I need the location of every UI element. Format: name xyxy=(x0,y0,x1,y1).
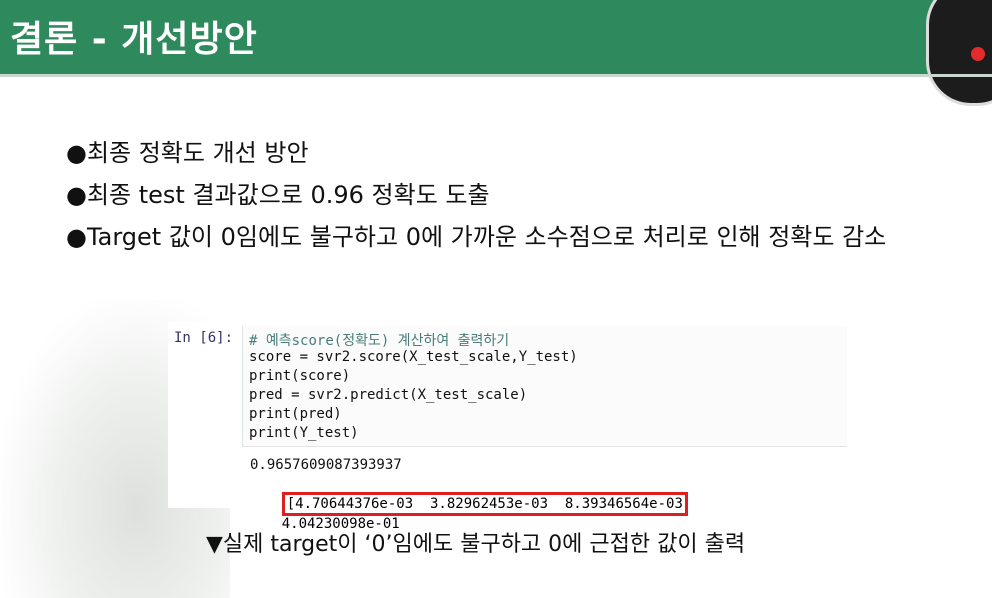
slide-title: 결론 - 개선방안 xyxy=(10,19,258,60)
code-line: print(pred) xyxy=(249,406,342,422)
code-cell: # 예측score(정확도) 계산하여 출력하기 score = svr2.sc… xyxy=(242,326,847,447)
red-light-icon xyxy=(971,47,985,61)
header-divider xyxy=(0,74,992,77)
code-line: pred = svr2.predict(X_test_scale) xyxy=(249,387,528,403)
code-screenshot: In [6]: # 예측score(정확도) 계산하여 출력하기 score =… xyxy=(168,322,848,532)
highlight-box: [4.70644376e-03 3.82962453e-03 8.3934656… xyxy=(281,492,688,516)
code-line: # 예측score(정확도) 계산하여 출력하기 xyxy=(249,333,510,349)
cell-prompt: In [6]: xyxy=(174,330,234,346)
bullet-item: ●최종 test 결과값으로 0.96 정확도 도출 xyxy=(66,181,490,209)
slide-header: 결론 - 개선방안 xyxy=(0,0,992,106)
bullet-item: ●Target 값이 0임에도 불구하고 0에 가까운 소수점으로 처리로 인해… xyxy=(66,223,887,251)
code-line: score = svr2.score(X_test_scale,Y_test) xyxy=(249,349,578,365)
caption: ▼실제 target이 ‘0’임에도 불구하고 0에 근접한 값이 출력 xyxy=(206,532,746,557)
code-line: print(Y_test) xyxy=(249,425,359,441)
bullet-item: ●최종 정확도 개선 방안 xyxy=(66,139,309,167)
output-score: 0.9657609087393937 xyxy=(250,457,402,473)
traffic-light-icon xyxy=(926,0,992,106)
code-line: print(score) xyxy=(249,368,351,384)
bullet-list: ●최종 정확도 개선 방안 ●최종 test 결과값으로 0.96 정확도 도출… xyxy=(66,138,966,252)
